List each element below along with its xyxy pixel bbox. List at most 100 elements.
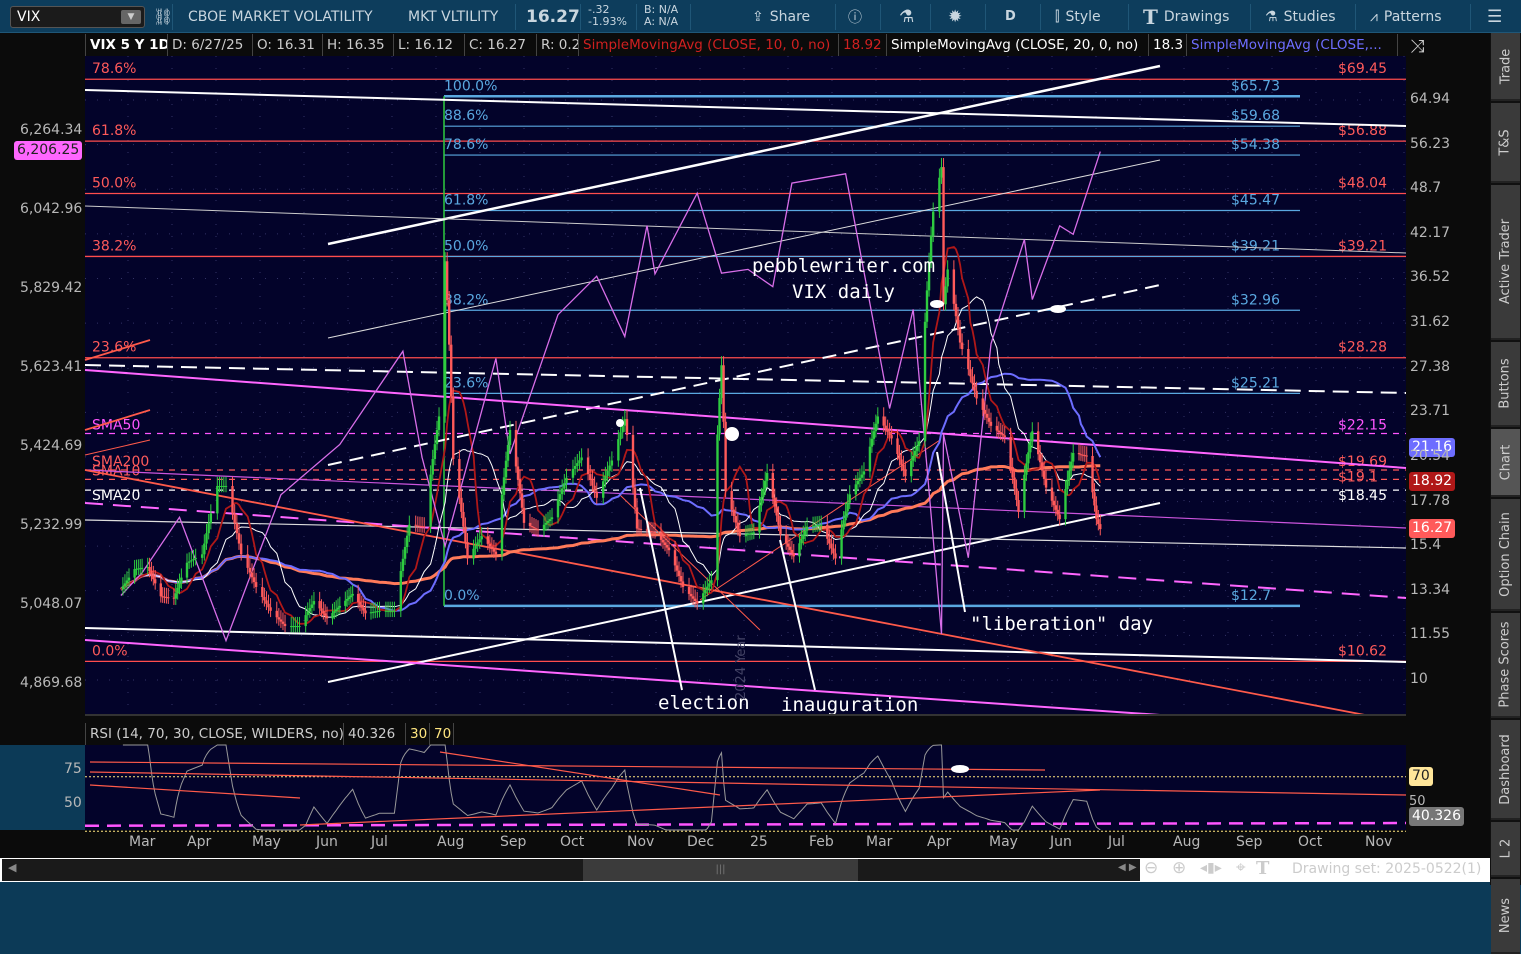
zoom-out-icon[interactable]: ⊖ [1144, 858, 1158, 878]
candle [704, 589, 707, 594]
sidebar-tab-buttons[interactable]: Buttons [1491, 342, 1520, 427]
candle [591, 479, 594, 486]
fib-blue-price: $65.73 [1231, 78, 1280, 94]
candle [902, 464, 905, 471]
candle [252, 577, 256, 583]
candle [474, 545, 477, 549]
candle [805, 526, 809, 531]
candle [800, 539, 803, 544]
candle [1077, 452, 1081, 455]
candle [452, 396, 455, 459]
overlay-price-tag: 6,206.25 [14, 141, 83, 160]
time-axis-label: Sep [1236, 834, 1263, 850]
candle [180, 577, 183, 583]
time-axis-label: Jul [1108, 834, 1125, 850]
time-axis-label: 25 [750, 834, 768, 850]
price-axis-label: 36.52 [1410, 269, 1451, 286]
rsi-pane[interactable] [85, 745, 1406, 830]
sidebar-tab-news[interactable]: News [1491, 879, 1520, 954]
candle [418, 525, 422, 527]
fib-red-pct: 0.0% [92, 643, 128, 659]
candle [617, 439, 620, 461]
candle [310, 604, 314, 609]
time-axis-label: Mar [866, 834, 893, 850]
year-marker: 2024 Year [734, 635, 749, 700]
candle [621, 425, 624, 433]
candle [987, 417, 991, 422]
fib-red-pct: 78.6% [92, 61, 136, 77]
text-tool-icon[interactable]: T [1256, 858, 1269, 879]
candle [508, 429, 512, 445]
candle [710, 580, 713, 584]
candle [265, 600, 268, 604]
candle [460, 497, 463, 512]
candle [635, 507, 639, 529]
crosshair-icon[interactable]: ⌖ [1236, 858, 1246, 878]
candle [773, 497, 776, 507]
candle [625, 419, 629, 435]
candle [995, 425, 999, 431]
candle [997, 430, 1001, 433]
sidebar-tab-active-trader[interactable]: Active Trader [1491, 185, 1520, 340]
candle [269, 607, 272, 611]
candle [429, 474, 432, 527]
scrollbar-track[interactable] [2, 859, 1140, 881]
sma-level-price: $22.15 [1338, 417, 1387, 433]
zoom-in-icon[interactable]: ⊕ [1172, 858, 1186, 878]
fit-icon[interactable]: ◂▮▸ [1200, 860, 1222, 876]
chart-canvas[interactable]: 78.6% $69.4561.8% $56.8850.0% $48.0438.2% $3… [0, 0, 1490, 858]
candle [673, 550, 677, 566]
scroll-left-icon[interactable]: ◀ [8, 861, 16, 874]
candle [405, 535, 409, 548]
candle [734, 516, 737, 523]
candle [254, 582, 258, 587]
candle [437, 416, 441, 430]
candle [886, 428, 889, 432]
candle [218, 485, 221, 487]
candle [336, 607, 340, 610]
sma-level-name: SMA20 [92, 488, 140, 504]
candle [760, 497, 763, 506]
candle [820, 524, 823, 526]
candle [378, 610, 381, 612]
candle [1011, 466, 1014, 478]
candle [659, 532, 663, 540]
fib-blue-price: $12.7 [1231, 588, 1271, 604]
candle [975, 390, 978, 399]
candle [623, 419, 627, 426]
sidebar-tab-t-s[interactable]: T&S [1491, 103, 1520, 183]
left-axis-label: 5,048.07 [20, 596, 83, 613]
candle [1013, 477, 1016, 489]
candle [1040, 462, 1044, 471]
candle [631, 434, 635, 488]
price-axis-label: 23.71 [1410, 403, 1451, 420]
sidebar-tab-label: Phase Scores [1498, 621, 1514, 708]
candle [1042, 470, 1046, 479]
sidebar-tab-trade[interactable]: Trade [1491, 33, 1520, 101]
sidebar-tab-label: L 2 [1498, 838, 1513, 859]
candle [981, 398, 984, 410]
candle [846, 502, 849, 512]
sma-level-price: $19.1 [1338, 469, 1378, 485]
candle [856, 481, 860, 485]
drawing-set[interactable]: Drawing set: 2025-0522(1) [1292, 861, 1481, 877]
sma10-price-tag: 18.92 [1409, 472, 1456, 491]
sidebar-tab-option-chain[interactable]: Option Chain [1491, 499, 1520, 611]
sma-level-price: $18.45 [1338, 488, 1387, 504]
candle [466, 542, 469, 559]
candle [200, 554, 204, 558]
sidebar-tab-l-2[interactable]: L 2 [1491, 822, 1520, 877]
scrollbar-thumb[interactable]: ||| [583, 859, 858, 881]
candle [870, 438, 874, 447]
candle [593, 485, 596, 492]
price-axis-label: 56.23 [1410, 135, 1451, 152]
candle [514, 429, 518, 467]
candle [530, 526, 534, 528]
sidebar-tab-dashboard[interactable]: Dashboard [1491, 720, 1520, 820]
candle [222, 485, 226, 487]
candle [294, 626, 297, 628]
scroll-right-icon[interactable]: ◀ ▶ [1118, 862, 1137, 873]
sidebar-tab-chart[interactable]: Chart [1491, 429, 1520, 497]
sidebar-tab-phase-scores[interactable]: Phase Scores [1491, 613, 1520, 718]
candle [239, 543, 243, 555]
